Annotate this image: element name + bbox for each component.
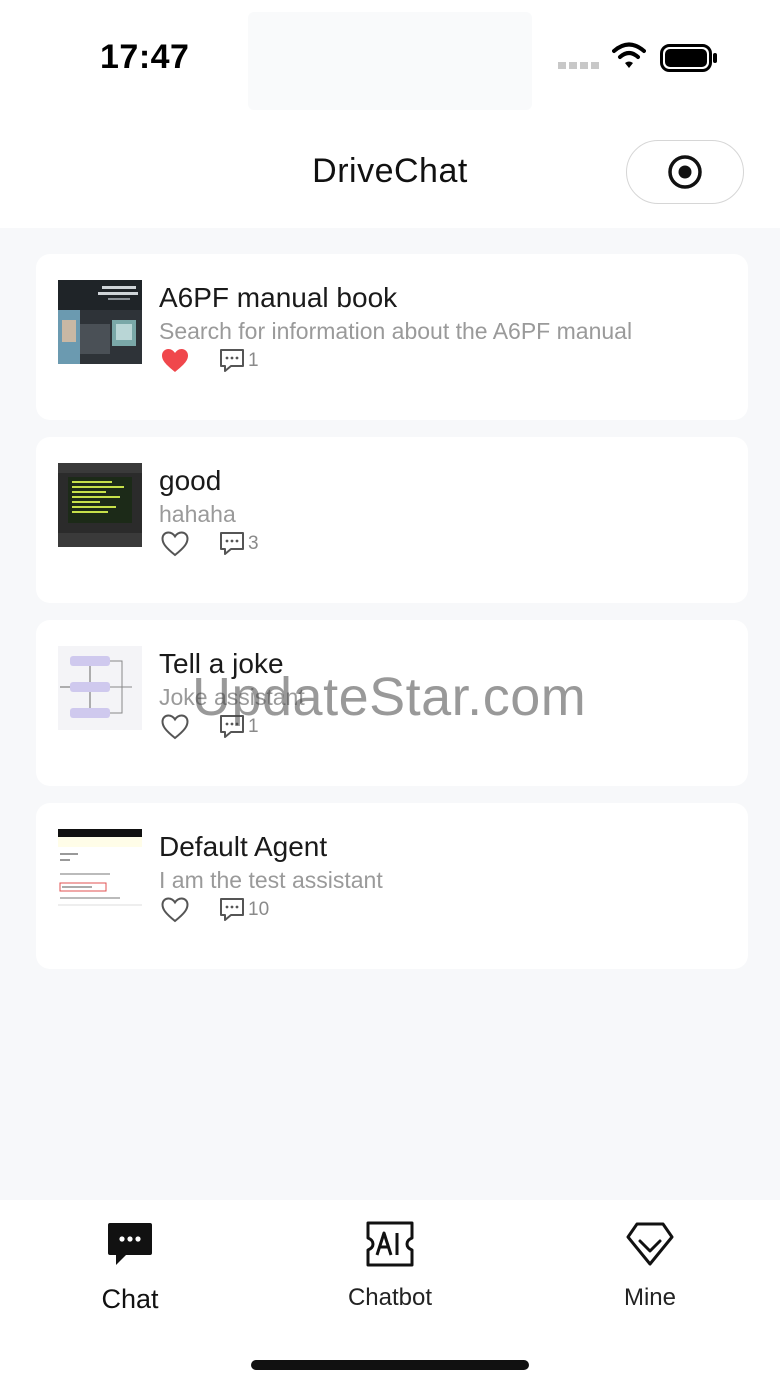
notch-area [248, 12, 532, 110]
comment-count: 1 [248, 350, 259, 371]
comment-count: 10 [248, 899, 270, 920]
status-bar: 17:47 [0, 0, 780, 110]
comment-count: 3 [248, 533, 259, 554]
comment-icon [220, 532, 244, 555]
agent-card[interactable]: good hahaha 3 [36, 437, 748, 603]
agent-description: hahaha [159, 501, 236, 527]
agent-thumbnail [58, 280, 142, 364]
comment-icon [220, 349, 244, 372]
signal-icon [558, 62, 599, 69]
agent-description: I am the test assistant [159, 867, 383, 893]
tab-chat-label: Chat [101, 1284, 159, 1314]
heart-filled-icon[interactable] [161, 348, 189, 374]
watermark: UpdateStar.com [192, 667, 587, 727]
wifi-icon [612, 42, 646, 68]
diamond-user-icon [626, 1222, 674, 1266]
home-indicator [251, 1360, 529, 1370]
comment-button[interactable]: 1 [219, 348, 259, 374]
agent-card[interactable]: Default Agent I am the test assistant 10 [36, 803, 748, 969]
bottom-tab-bar: Chat Chatbot Mine [0, 1200, 780, 1387]
agent-title: Default Agent [159, 831, 328, 862]
comment-button[interactable]: 10 [219, 897, 269, 923]
agent-title: good [159, 465, 222, 496]
tab-chat[interactable]: Chat [40, 1218, 220, 1315]
agent-card[interactable]: A6PF manual book Search for information … [36, 254, 748, 420]
heart-outline-icon[interactable] [161, 531, 189, 557]
tab-chatbot[interactable]: Chatbot [300, 1218, 480, 1312]
comment-icon [220, 898, 244, 921]
record-capsule-button[interactable] [626, 140, 744, 204]
record-icon [668, 155, 702, 189]
chat-bubble-icon [108, 1223, 152, 1265]
agent-thumbnail [58, 463, 142, 547]
battery-icon [660, 44, 717, 72]
agent-description: Search for information about the A6PF ma… [159, 318, 633, 344]
ai-icon [366, 1221, 414, 1267]
navigation-header: DriveChat [0, 110, 780, 228]
status-time: 17:47 [100, 38, 190, 76]
tab-mine[interactable]: Mine [560, 1218, 740, 1312]
comment-button[interactable]: 3 [219, 531, 259, 557]
tab-mine-label: Mine [623, 1284, 677, 1311]
agent-title: A6PF manual book [159, 282, 398, 313]
heart-outline-icon[interactable] [161, 897, 189, 923]
agent-thumbnail [58, 646, 142, 730]
agent-thumbnail [58, 829, 142, 913]
tab-chatbot-label: Chatbot [347, 1284, 433, 1311]
heart-outline-icon[interactable] [161, 714, 189, 740]
